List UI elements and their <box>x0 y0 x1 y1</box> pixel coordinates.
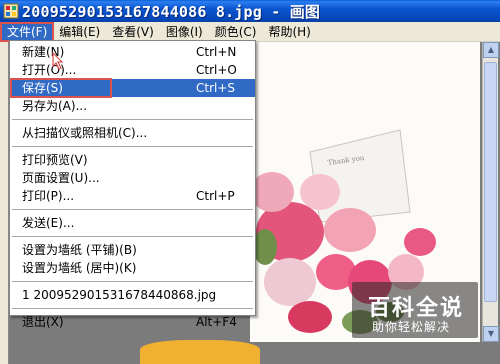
menu-separator <box>12 146 253 147</box>
menu-bar: 文件(F) 编辑(E) 查看(V) 图像(I) 颜色(C) 帮助(H) <box>0 21 500 42</box>
menu-edit[interactable]: 编辑(E) <box>53 23 106 41</box>
menu-item-save[interactable]: 保存(S) Ctrl+S <box>10 78 255 98</box>
menu-item-from-scanner[interactable]: 从扫描仪或照相机(C)... <box>10 124 255 142</box>
window-title: 20095290153167844086 8.jpg - 画图 <box>22 2 321 21</box>
paint-app-icon <box>3 3 19 19</box>
menu-item-print-preview[interactable]: 打印预览(V) <box>10 151 255 169</box>
menu-file[interactable]: 文件(F) <box>0 21 55 42</box>
scroll-down-arrow-icon[interactable]: ▼ <box>483 326 499 342</box>
menu-item-exit[interactable]: 退出(X) Alt+F4 <box>10 313 255 331</box>
tool-strip <box>0 42 9 364</box>
menu-item-send[interactable]: 发送(E)... <box>10 214 255 232</box>
menu-item-label: 1 200952901531678440868.jpg <box>22 288 217 302</box>
menu-item-label: 发送(E)... <box>22 216 75 230</box>
menu-view[interactable]: 查看(V) <box>106 23 160 41</box>
menu-item-shortcut: Ctrl+P <box>196 189 235 203</box>
menu-item-shortcut: Ctrl+O <box>196 63 237 77</box>
menu-item-label: 另存为(A)... <box>22 99 88 113</box>
menu-separator <box>12 308 253 309</box>
menu-item-label: 设置为墙纸 (平铺)(B) <box>22 243 137 257</box>
mouse-pointer-icon <box>52 52 64 70</box>
menu-item-label: 打印(P)... <box>22 189 75 203</box>
menu-item-save-as[interactable]: 另存为(A)... <box>10 97 255 115</box>
menu-item-recent-file[interactable]: 1 200952901531678440868.jpg <box>10 286 255 304</box>
menu-colors[interactable]: 颜色(C) <box>209 23 263 41</box>
menu-item-label: 打开(O)... <box>22 63 77 77</box>
menu-item-page-setup[interactable]: 页面设置(U)... <box>10 169 255 187</box>
menu-image[interactable]: 图像(I) <box>160 23 209 41</box>
menu-item-label: 页面设置(U)... <box>22 171 100 185</box>
menu-help[interactable]: 帮助(H) <box>262 23 316 41</box>
watermark-subtitle: 助你轻松解决 <box>372 320 451 334</box>
vertical-scrollbar[interactable]: ▲ ▼ <box>482 42 499 342</box>
scroll-up-arrow-icon[interactable]: ▲ <box>483 42 499 58</box>
watermark: 百科全说 助你轻松解决 <box>352 282 478 338</box>
menu-item-shortcut: Ctrl+N <box>196 45 237 59</box>
menu-item-label: 从扫描仪或照相机(C)... <box>22 126 148 140</box>
menu-item-label: 设置为墙纸 (居中)(K) <box>22 261 137 275</box>
scroll-thumb[interactable] <box>484 62 497 302</box>
title-bar: 20095290153167844086 8.jpg - 画图 <box>0 0 500 22</box>
menu-separator <box>12 281 253 282</box>
menu-item-label: 打印预览(V) <box>22 153 88 167</box>
menu-item-new[interactable]: 新建(N) Ctrl+N <box>10 43 255 61</box>
menu-separator <box>12 119 253 120</box>
file-menu-dropdown: 新建(N) Ctrl+N 打开(O)... Ctrl+O 保存(S) Ctrl+… <box>9 40 256 329</box>
menu-item-shortcut: Ctrl+S <box>196 81 236 95</box>
menu-item-wallpaper-tile[interactable]: 设置为墙纸 (平铺)(B) <box>10 241 255 259</box>
menu-item-wallpaper-center[interactable]: 设置为墙纸 (居中)(K) <box>10 259 255 277</box>
image-fragment <box>140 340 260 364</box>
menu-separator <box>12 236 253 237</box>
save-highlight-box <box>10 78 112 98</box>
menu-item-shortcut: Alt+F4 <box>196 315 237 329</box>
menu-item-open[interactable]: 打开(O)... Ctrl+O <box>10 61 255 79</box>
menu-separator <box>12 209 253 210</box>
menu-item-print[interactable]: 打印(P)... Ctrl+P <box>10 187 255 205</box>
menu-item-label: 退出(X) <box>22 315 64 329</box>
